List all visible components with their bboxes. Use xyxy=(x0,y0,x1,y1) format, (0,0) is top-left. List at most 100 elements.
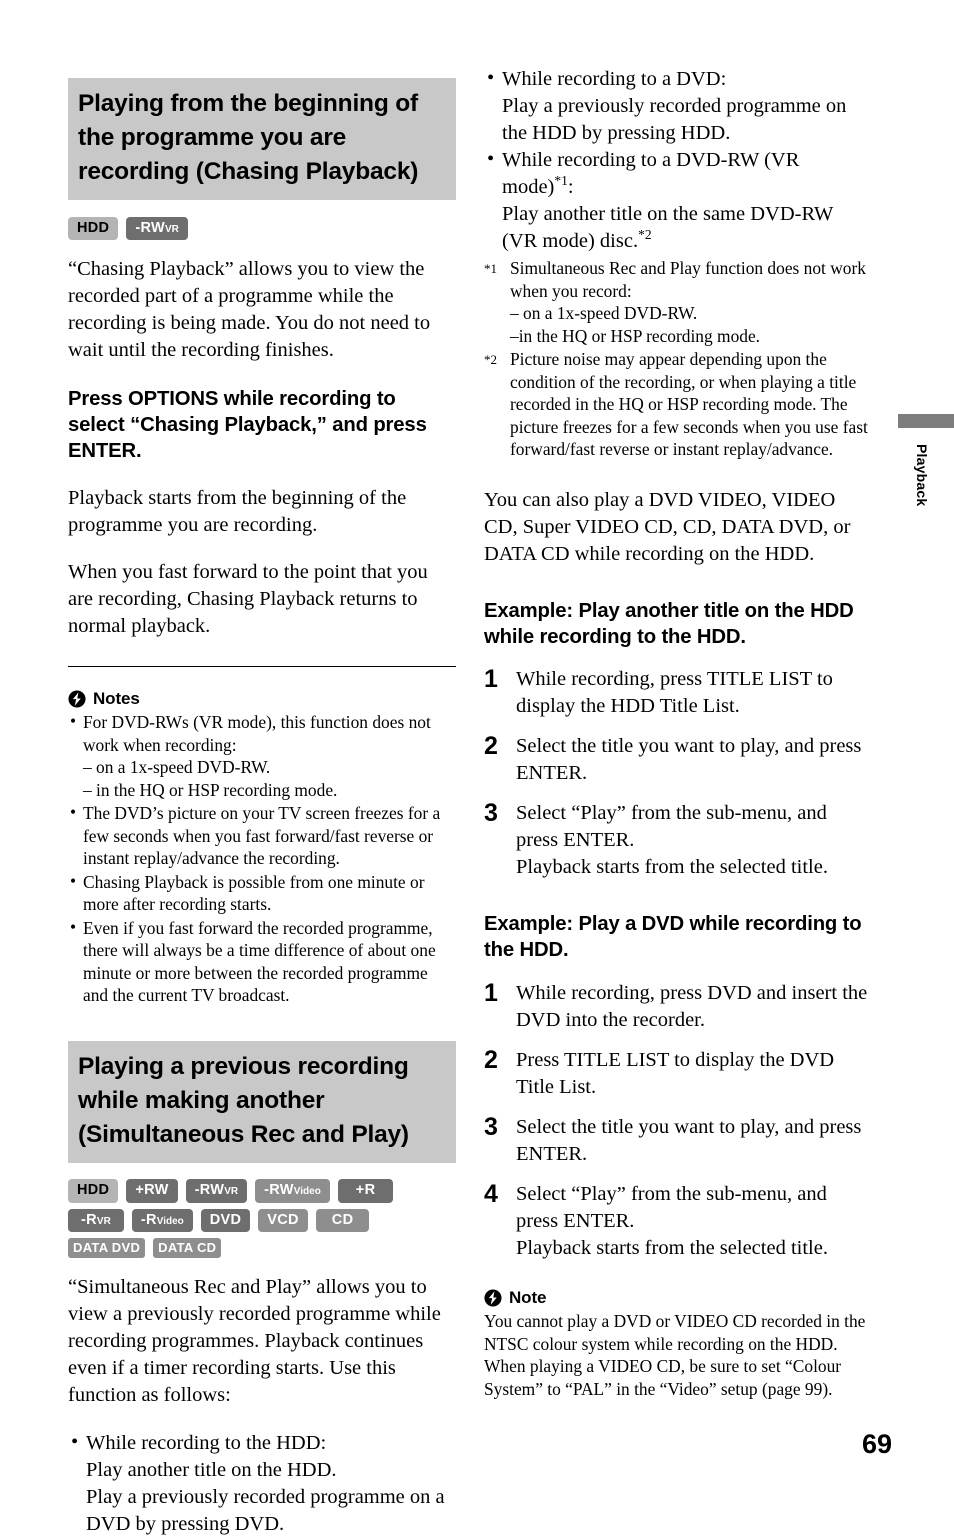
simultaneous-bullets: While recording to the HDD: Play another… xyxy=(68,1429,456,1538)
example-heading-dvd: Example: Play a DVD while recording to t… xyxy=(484,913,862,962)
step-number: 4 xyxy=(484,1180,498,1209)
note-item: Chasing Playback is possible from one mi… xyxy=(68,870,456,916)
badge-data-dvd: DATA DVD xyxy=(68,1238,146,1259)
notes-header: Notes xyxy=(68,689,456,709)
badge-vcd: VCD xyxy=(258,1208,308,1233)
step-item: 2 Press TITLE LIST to display the DVD Ti… xyxy=(484,1047,872,1101)
step-text: Select the title you want to play, and p… xyxy=(516,735,862,785)
step-extra: Playback starts from the selected title. xyxy=(516,1237,828,1260)
note-text: You cannot play a DVD or VIDEO CD record… xyxy=(484,1311,866,1399)
also-play-paragraph: You can also play a DVD VIDEO, VIDEO CD,… xyxy=(484,488,851,565)
bullet-item: While recording to a DVD-RW (VR mode)*1:… xyxy=(484,146,872,255)
note-lightning-icon xyxy=(484,1289,502,1307)
note-item: Even if you fast forward the recorded pr… xyxy=(68,916,456,1007)
thumb-tab-playback: Playback xyxy=(898,414,954,506)
badge-rw-vr: -RW VR xyxy=(185,1179,248,1203)
badge-sub: Video xyxy=(156,1215,184,1227)
bullet-line: Play a previously recorded programme on … xyxy=(86,1485,445,1535)
badge-r-vr: -R VR xyxy=(68,1208,124,1233)
badge-hdd: HDD xyxy=(68,1179,119,1203)
badge-hdd: HDD xyxy=(68,216,119,241)
section-heading-chasing-playback: Playing from the beginning of the progra… xyxy=(68,78,456,201)
footnote-dash: –in the HQ or HSP recording mode. xyxy=(510,325,761,346)
media-badge-row-chasing-playback: HDD -RW VR xyxy=(68,216,456,241)
footnote-ref: *1 xyxy=(554,173,568,189)
footnote-ref: *2 xyxy=(638,227,652,243)
step-item: 4 Select “Play” from the sub-menu, and p… xyxy=(484,1181,872,1262)
chasing-playback-intro: “Chasing Playback” allows you to view th… xyxy=(68,258,431,362)
footnote: *1 Simultaneous Rec and Play function do… xyxy=(484,257,872,347)
manual-page: Playing from the beginning of the progra… xyxy=(0,0,954,1535)
badge-cd: CD xyxy=(315,1208,370,1233)
chasing-playback-para-1: Playback starts from the beginning of th… xyxy=(68,486,407,536)
notes-list: For DVD-RWs (VR mode), this function doe… xyxy=(68,710,456,1007)
note-lightning-icon xyxy=(68,690,86,708)
badge-sub: VR xyxy=(224,1186,239,1198)
notes-title: Notes xyxy=(93,689,140,709)
section-divider xyxy=(68,666,456,668)
chasing-playback-para-2: When you fast forward to the point that … xyxy=(68,561,428,638)
step-text: Press TITLE LIST to display the DVD Titl… xyxy=(516,1049,835,1099)
note-item: The DVD’s picture on your TV screen free… xyxy=(68,801,456,870)
badge-plus-rw: +RW xyxy=(126,1179,178,1203)
media-badge-row-simultaneous: HDD +RW -RW VR -RW Video +R xyxy=(68,1179,456,1203)
step-text: While recording, press DVD and insert th… xyxy=(516,982,868,1032)
step-item: 1 While recording, press TITLE LIST to d… xyxy=(484,666,872,720)
step-item: 3 Select “Play” from the sub-menu, and p… xyxy=(484,800,872,881)
step-number: 3 xyxy=(484,1113,498,1142)
footnote-mark: *2 xyxy=(484,352,497,367)
badge-dvd: DVD xyxy=(200,1208,251,1233)
step-item: 3 Select the title you want to play, and… xyxy=(484,1114,872,1168)
step-number: 2 xyxy=(484,732,498,761)
simultaneous-intro: “Simultaneous Rec and Play” allows you t… xyxy=(68,1276,441,1407)
note-header: Note xyxy=(484,1288,872,1308)
example-steps-hdd: 1 While recording, press TITLE LIST to d… xyxy=(484,666,872,881)
badge-rw-video: -RW Video xyxy=(255,1179,330,1203)
step-text: While recording, press TITLE LIST to dis… xyxy=(516,668,833,718)
chasing-playback-bold-step: Press OPTIONS while recording to select … xyxy=(68,388,427,463)
bullet-line: Play another title on the same DVD-RW (V… xyxy=(502,203,833,252)
step-number: 1 xyxy=(484,665,498,694)
footnote: *2 Picture noise may appear depending up… xyxy=(484,348,872,461)
left-column: Playing from the beginning of the progra… xyxy=(68,62,456,1538)
media-badge-row-simultaneous-2: -R VR -R Video DVD VCD CD xyxy=(68,1208,456,1233)
badge-sub: Video xyxy=(293,1186,321,1198)
right-bullets: While recording to a DVD: Play a previou… xyxy=(484,65,872,255)
footnote-mark: *1 xyxy=(484,261,497,276)
badge-plus-r: +R xyxy=(337,1179,394,1203)
footnote-dash: – on a 1x-speed DVD-RW. xyxy=(510,303,698,323)
step-number: 1 xyxy=(484,979,498,1008)
footnote-body: Picture noise may appear depending upon … xyxy=(510,349,868,459)
bullet-item: While recording to a DVD: Play a previou… xyxy=(484,65,872,147)
badge-r-video: -R Video xyxy=(131,1208,193,1233)
right-column: While recording to a DVD: Play a previou… xyxy=(484,62,872,1400)
example-steps-dvd: 1 While recording, press DVD and insert … xyxy=(484,980,872,1262)
thumb-tab-label: Playback xyxy=(914,444,930,507)
section-heading-simultaneous-rec-and-play: Playing a previous recording while makin… xyxy=(68,1040,456,1163)
badge-sub: VR xyxy=(96,1215,111,1227)
footnote-body: Simultaneous Rec and Play function does … xyxy=(510,257,872,347)
step-text: Select “Play” from the sub-menu, and pre… xyxy=(516,800,872,881)
step-item: 2 Select the title you want to play, and… xyxy=(484,733,872,787)
badge-rw-vr: -RW VR xyxy=(126,216,188,241)
step-number: 3 xyxy=(484,799,498,828)
step-text: Select the title you want to play, and p… xyxy=(516,1116,862,1166)
badge-sub: VR xyxy=(164,223,179,235)
step-extra: Playback starts from the selected title. xyxy=(516,856,828,879)
note-sub: – on a 1x-speed DVD-RW. xyxy=(83,757,271,778)
step-number: 2 xyxy=(484,1046,498,1075)
step-text: Select “Play” from the sub-menu, and pre… xyxy=(516,1181,872,1262)
example-heading-hdd: Example: Play another title on the HDD w… xyxy=(484,599,854,648)
note-sub: – in the HQ or HSP recording mode. xyxy=(83,779,338,800)
page-number: 69 xyxy=(861,1429,892,1459)
footnotes: *1 Simultaneous Rec and Play function do… xyxy=(484,257,872,461)
thumb-tab-bar xyxy=(898,414,954,428)
bullet-item: While recording to the HDD: Play another… xyxy=(68,1429,456,1538)
note-item: For DVD-RWs (VR mode), this function doe… xyxy=(68,710,456,801)
bullet-line: Play another title on the HDD. xyxy=(86,1458,337,1481)
badge-data-cd: DATA CD xyxy=(153,1238,222,1259)
bullet-line: Play a previously recorded programme on … xyxy=(502,95,847,144)
step-item: 1 While recording, press DVD and insert … xyxy=(484,980,872,1034)
note-title: Note xyxy=(509,1288,547,1308)
media-badge-row-simultaneous-3: DATA DVD DATA CD xyxy=(68,1238,456,1259)
